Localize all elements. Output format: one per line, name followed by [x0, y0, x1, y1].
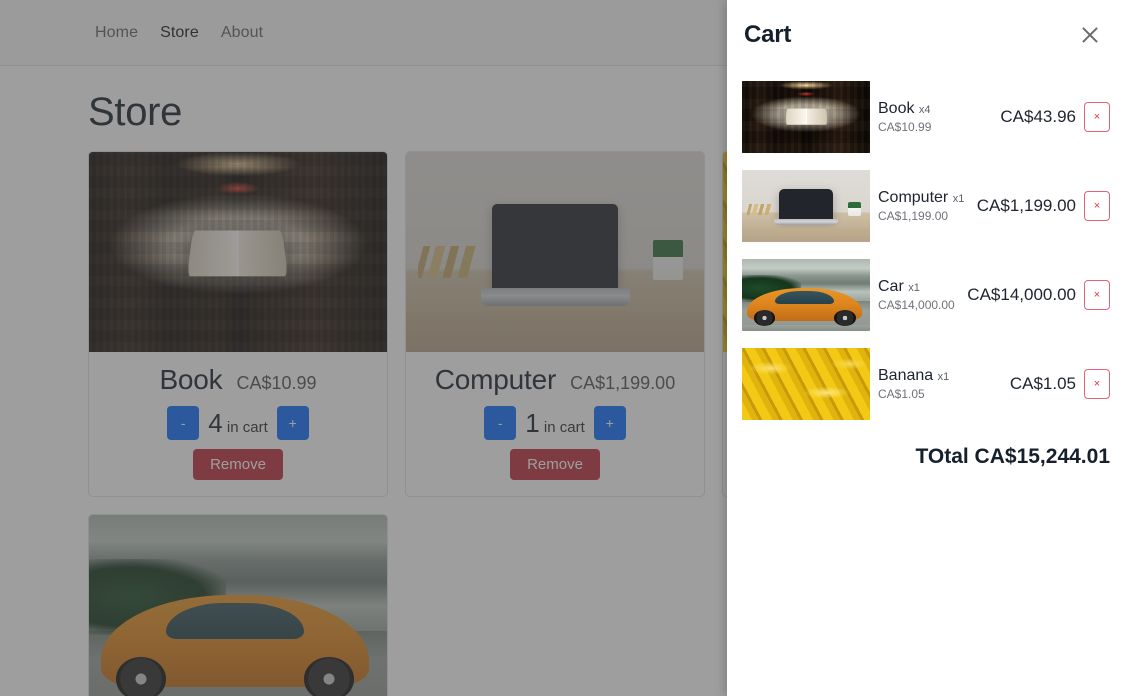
cart-title: Cart [744, 21, 792, 48]
cart-item-remove-button[interactable]: × [1084, 280, 1110, 310]
cart-item-qty: x1 [937, 371, 950, 383]
cart-item-info: Banana x1 CA$1.05 [870, 367, 1010, 401]
cart-item-name-row: Computer x1 [878, 189, 977, 207]
cart-item-remove-button[interactable]: × [1084, 369, 1110, 399]
cart-item-name: Banana [878, 367, 934, 384]
cart-item-line-total: CA$1,199.00 [976, 196, 1076, 215]
cart-item-qty: x1 [908, 282, 920, 294]
cart-item-qty: x4 [918, 104, 931, 116]
cart-item-remove-button[interactable]: × [1084, 191, 1110, 221]
cart-item-book: Book x4 CA$10.99 CA$43.96 × [742, 81, 1110, 153]
cart-item-unit-price: CA$10.99 [878, 120, 932, 134]
cart-total: TOtal CA$15,244.01 [915, 445, 1110, 468]
cart-item-thumbnail [742, 81, 870, 153]
cart-item-info: Book x4 CA$10.99 [870, 100, 1000, 134]
cart-item-banana: Banana x1 CA$1.05 CA$1.05 × [742, 348, 1110, 420]
cart-item-name: Book [878, 100, 915, 117]
cart-item-line-total: CA$1.05 [1009, 374, 1076, 393]
cart-item-unit-price: CA$1.05 [878, 387, 925, 401]
app-root: Home Store About Store Book CA$10.99 [0, 0, 1125, 696]
cart-item-info: Car x1 CA$14,000.00 [870, 278, 967, 312]
cart-item-unit-price: CA$1,199.00 [878, 209, 949, 223]
cart-item-line-total: CA$14,000.00 [967, 285, 1076, 304]
cart-item-thumbnail [742, 170, 870, 242]
cart-item-name: Car [878, 278, 904, 295]
cart-item-thumbnail [742, 259, 870, 331]
cart-item-name: Computer [878, 189, 949, 206]
cart-item-name-row: Car x1 [878, 278, 967, 296]
cart-item-name-row: Banana x1 [878, 367, 1010, 385]
cart-drawer: Cart Book x4 CA$10.99 CA$43.96 × Compute… [727, 0, 1125, 696]
cart-item-info: Computer x1 CA$1,199.00 [870, 189, 977, 223]
close-icon[interactable] [1073, 18, 1107, 52]
cart-item-list: Book x4 CA$10.99 CA$43.96 × Computer x1 … [727, 60, 1125, 437]
cart-item-qty: x1 [952, 193, 965, 205]
cart-item-unit-price: CA$14,000.00 [878, 298, 955, 312]
cart-item-thumbnail [742, 348, 870, 420]
cart-item-name-row: Book x4 [878, 100, 1000, 118]
cart-item-car: Car x1 CA$14,000.00 CA$14,000.00 × [742, 259, 1110, 331]
cart-item-computer: Computer x1 CA$1,199.00 CA$1,199.00 × [742, 170, 1110, 242]
cart-header: Cart [727, 0, 1125, 60]
cart-item-line-total: CA$43.96 [1000, 107, 1076, 126]
cart-item-remove-button[interactable]: × [1084, 102, 1110, 132]
